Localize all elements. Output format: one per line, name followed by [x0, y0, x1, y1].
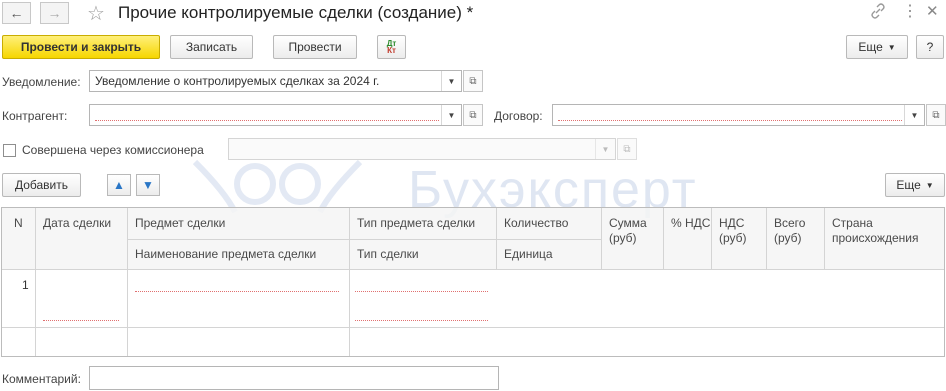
open-form-icon: ⧉	[469, 75, 477, 87]
counterparty-field[interactable]: ▼	[89, 104, 462, 126]
column-header-vat-pct[interactable]: % НДС	[665, 216, 711, 231]
column-header-n[interactable]: N	[8, 216, 23, 231]
column-header-date[interactable]: Дата сделки	[37, 216, 111, 231]
required-marker	[95, 120, 439, 121]
arrow-up-icon: ▲	[113, 178, 125, 192]
commissioner-label: Совершена через комиссионера	[22, 143, 204, 157]
column-header-subject-type[interactable]: Тип предмета сделки	[351, 216, 475, 231]
post-button[interactable]: Провести	[273, 35, 357, 59]
column-header-vat[interactable]: НДС (руб)	[713, 216, 765, 246]
favorite-star-icon[interactable]: ☆	[87, 1, 105, 26]
chevron-down-icon: ▼	[887, 42, 896, 52]
contract-label: Договор:	[494, 109, 543, 123]
open-counterparty-button[interactable]: ⧉	[463, 104, 483, 126]
notification-value: Уведомление о контролируемых сделках за …	[95, 74, 380, 88]
commissioner-field: ▼	[228, 138, 616, 160]
more-button-label: Еще	[858, 40, 883, 54]
help-button[interactable]: ?	[916, 35, 944, 59]
required-marker	[355, 320, 488, 321]
column-header-sum[interactable]: Сумма (руб)	[603, 216, 663, 246]
save-button[interactable]: Записать	[170, 35, 253, 59]
required-marker	[558, 120, 902, 121]
dropdown-arrow-icon[interactable]: ▼	[441, 71, 461, 91]
open-form-icon: ⧉	[932, 109, 940, 121]
row-number: 1	[22, 278, 29, 292]
link-icon[interactable]	[870, 3, 886, 22]
arrow-right-icon: →	[47, 5, 62, 21]
counterparty-label: Контрагент:	[2, 109, 68, 123]
more-menu-icon[interactable]: ⋮	[902, 1, 918, 21]
dropdown-arrow-icon[interactable]: ▼	[441, 105, 461, 125]
required-marker	[355, 291, 488, 292]
contract-field[interactable]: ▼	[552, 104, 925, 126]
deals-table[interactable]: N Дата сделки Предмет сделки Наименовани…	[1, 207, 945, 357]
table-more-button[interactable]: Еще ▼	[885, 173, 945, 197]
open-contract-button[interactable]: ⧉	[926, 104, 946, 126]
commissioner-checkbox[interactable]	[3, 144, 16, 157]
more-button[interactable]: Еще ▼	[846, 35, 908, 59]
required-marker	[135, 291, 339, 292]
back-button[interactable]: ←	[2, 2, 31, 24]
open-notification-button[interactable]: ⧉	[463, 70, 483, 92]
column-header-country[interactable]: Страна происхождения	[826, 216, 936, 246]
required-marker	[43, 320, 119, 321]
comment-input[interactable]	[89, 366, 499, 390]
move-down-button[interactable]: ▼	[136, 174, 160, 196]
window-title: Прочие контролируемые сделки (создание) …	[118, 3, 474, 22]
open-form-icon: ⧉	[623, 143, 631, 155]
column-header-quantity[interactable]: Количество	[498, 216, 568, 231]
column-header-subject[interactable]: Предмет сделки	[129, 216, 225, 231]
forward-button[interactable]: →	[40, 2, 69, 24]
open-commissioner-button: ⧉	[617, 138, 637, 160]
arrow-left-icon: ←	[9, 5, 24, 21]
dropdown-arrow-icon: ▼	[595, 139, 615, 159]
notification-field[interactable]: Уведомление о контролируемых сделках за …	[89, 70, 462, 92]
table-more-label: Еще	[896, 178, 921, 192]
comment-label: Комментарий:	[2, 372, 81, 386]
column-header-total[interactable]: Всего (руб)	[768, 216, 824, 246]
arrow-down-icon: ▼	[142, 178, 154, 192]
dtkt-report-button[interactable]: Дт Кт	[377, 35, 406, 59]
open-form-icon: ⧉	[469, 109, 477, 121]
move-up-button[interactable]: ▲	[107, 174, 131, 196]
add-row-button[interactable]: Добавить	[2, 173, 81, 197]
post-and-close-button[interactable]: Провести и закрыть	[2, 35, 160, 59]
chevron-down-icon: ▼	[925, 180, 934, 190]
column-header-unit[interactable]: Единица	[498, 247, 553, 262]
column-header-deal-type[interactable]: Тип сделки	[351, 247, 419, 262]
column-header-subject-name[interactable]: Наименование предмета сделки	[129, 247, 316, 262]
dropdown-arrow-icon[interactable]: ▼	[904, 105, 924, 125]
close-icon[interactable]: ✕	[926, 2, 939, 20]
dtkt-icon: Дт Кт	[386, 39, 397, 55]
notification-label: Уведомление:	[2, 75, 81, 89]
